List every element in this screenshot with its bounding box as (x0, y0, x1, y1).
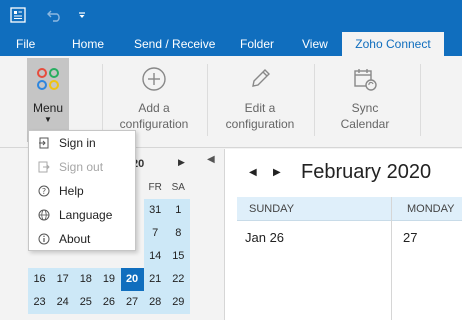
plus-circle-icon (112, 58, 196, 100)
ribbon-tabs: File Home Send / Receive Folder View Zoh… (0, 32, 462, 56)
day-header-row: SUNDAY MONDAY (237, 197, 462, 221)
mini-calendar-day[interactable]: 23 (28, 291, 52, 314)
mini-calendar-day[interactable]: 15 (166, 245, 190, 268)
month-title: February 2020 (301, 161, 432, 183)
mini-calendar-day[interactable]: 29 (166, 291, 190, 314)
menu-item-help[interactable]: ? Help (29, 179, 135, 203)
ribbon-separator (420, 64, 421, 136)
add-config-line1: Add a (138, 101, 170, 115)
mini-calendar-dow: SA (171, 182, 185, 193)
mini-calendar-day[interactable]: 8 (166, 222, 190, 245)
tab-folder[interactable]: Folder (240, 32, 274, 56)
column-divider (391, 197, 392, 320)
menu-item-label: Sign out (59, 160, 104, 174)
mini-calendar-day[interactable]: 18 (74, 268, 98, 291)
caret-down-icon: ▼ (44, 115, 52, 124)
tab-file[interactable]: File (16, 32, 35, 56)
pencil-icon (218, 58, 302, 100)
mini-calendar-day[interactable]: 17 (51, 268, 75, 291)
mini-calendar-dow: FR (148, 182, 162, 193)
ribbon-separator (314, 64, 315, 136)
undo-icon[interactable] (44, 4, 66, 26)
globe-icon (29, 209, 59, 221)
tab-home[interactable]: Home (72, 32, 104, 56)
day-header-sunday: SUNDAY (249, 203, 295, 215)
next-month-icon[interactable]: ▶ (178, 157, 185, 168)
calendar-sync-icon (330, 58, 400, 100)
sync-line2: Calendar (340, 117, 390, 131)
day-header-monday: MONDAY (407, 203, 455, 215)
sign-out-icon (29, 161, 59, 173)
previous-month-icon[interactable]: ◀ (249, 167, 257, 178)
menu-item-about[interactable]: About (29, 227, 135, 251)
edit-config-line2: configuration (225, 117, 295, 131)
menu-label: Menu (32, 101, 64, 115)
collapse-pane-icon[interactable]: ◀ (207, 154, 215, 165)
edit-configuration-button[interactable]: Edit a configuration (218, 58, 302, 142)
menu-item-sign-in[interactable]: Sign in (29, 131, 135, 155)
svg-text:?: ? (42, 187, 46, 196)
mini-calendar-day[interactable]: 26 (97, 291, 121, 314)
sync-calendar-button[interactable]: Sync Calendar (330, 58, 400, 142)
menu-item-label: Sign in (59, 136, 96, 150)
tab-send-receive[interactable]: Send / Receive (134, 32, 215, 56)
mini-calendar-day[interactable]: 31 (143, 199, 167, 222)
menu-item-language[interactable]: Language (29, 203, 135, 227)
day-cell-date[interactable]: Jan 26 (245, 230, 284, 245)
mini-calendar-day[interactable]: 1 (166, 199, 190, 222)
help-icon: ? (29, 185, 59, 197)
mini-calendar-day[interactable]: 22 (166, 268, 190, 291)
menu-item-label: Help (59, 184, 84, 198)
apps-icon (27, 58, 69, 100)
tab-zoho-connect[interactable]: Zoho Connect (342, 32, 444, 56)
info-icon (29, 233, 59, 245)
mini-calendar-day[interactable]: 24 (51, 291, 75, 314)
mini-calendar-day[interactable]: 16 (28, 268, 52, 291)
ribbon-separator (102, 64, 103, 136)
sync-line1: Sync (351, 101, 379, 115)
day-cell-date[interactable]: 27 (403, 230, 417, 245)
menu-item-label: About (59, 232, 91, 246)
menu-dropdown: Sign in Sign out ? Help Language About (28, 130, 136, 251)
mini-calendar-day[interactable]: 21 (143, 268, 167, 291)
mini-calendar-day[interactable]: 7 (143, 222, 167, 245)
sign-in-icon (29, 137, 59, 149)
mini-calendar-day[interactable]: 14 (143, 245, 167, 268)
next-month-icon[interactable]: ▶ (273, 167, 281, 178)
mini-calendar-day[interactable]: 20 (120, 268, 144, 291)
mini-calendar-day[interactable]: 27 (120, 291, 144, 314)
mini-calendar-day[interactable]: 19 (97, 268, 121, 291)
outlook-icon[interactable] (6, 4, 30, 26)
edit-config-line1: Edit a (244, 101, 276, 115)
ribbon-separator (207, 64, 208, 136)
menu-item-sign-out: Sign out (29, 155, 135, 179)
chevron-down-icon[interactable] (74, 4, 90, 26)
mini-calendar-day[interactable]: 25 (74, 291, 98, 314)
mini-calendar-day[interactable]: 28 (143, 291, 167, 314)
menu-item-label: Language (59, 208, 113, 222)
calendar-view: ◀ ▶ February 2020 SUNDAY MONDAY Jan 26 2… (224, 149, 462, 320)
tab-view[interactable]: View (302, 32, 328, 56)
title-bar (0, 0, 462, 32)
